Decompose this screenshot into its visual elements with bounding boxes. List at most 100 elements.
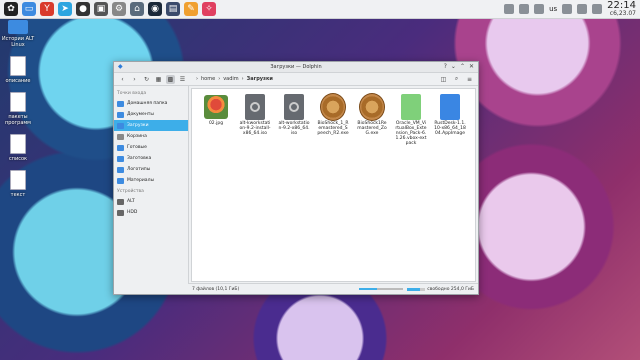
file-item[interactable]: BioShock_1_Remastered_Speech_R2.exe [317, 93, 349, 147]
file-item[interactable]: RustDesk-1.1.10-x86_64_1804.AppImage [434, 93, 466, 147]
help-icon[interactable]: ? [444, 63, 447, 70]
file-item[interactable]: alt-kworkstation-9.2-install-x86_64.iso [239, 93, 271, 147]
zoom-slider-fill [359, 288, 377, 290]
tray-clipboard-icon[interactable] [562, 4, 573, 14]
search-icon[interactable]: ⌕ [452, 75, 461, 84]
keyboard-layout[interactable]: us [549, 5, 557, 13]
sidebar-item-materials[interactable]: Материалы [114, 175, 188, 186]
vbox-extpack-icon [398, 93, 424, 121]
file-view[interactable]: 02.jpg alt-kworkstation-9.2-install-x86_… [191, 88, 476, 282]
split-view-icon[interactable]: ◫ [439, 75, 448, 84]
document-icon [10, 134, 26, 154]
grid-view-icon[interactable]: ▦ [154, 75, 163, 84]
forward-icon[interactable]: › [130, 75, 139, 84]
devices-section-title: Устройства [117, 189, 144, 194]
obs-icon[interactable]: ● [76, 2, 90, 16]
iso-file-icon [281, 93, 307, 121]
status-summary: 7 файлов (10,1 ГиБ) [192, 286, 240, 292]
clock[interactable]: 22:14 c6,23.07 [607, 1, 636, 17]
desktop-icon[interactable]: текст [0, 170, 36, 198]
hamburger-menu-icon[interactable]: ≡ [465, 75, 474, 84]
icons-view-icon[interactable]: ▩ [166, 74, 175, 84]
pinwheel-icon[interactable]: ✧ [202, 2, 216, 16]
sidebar-item-device-alt[interactable]: ALT [114, 196, 188, 207]
tray-bluetooth-icon[interactable] [577, 4, 588, 14]
sidebar-item-device-hdd[interactable]: HDD [114, 207, 188, 218]
file-name: alt-workstation-9.2-x86_64.iso [278, 121, 310, 136]
appimage-icon [437, 93, 463, 121]
steam-icon[interactable]: ◉ [148, 2, 162, 16]
sidebar-item-label: Корзина [127, 134, 147, 139]
iso-file-icon [242, 93, 268, 121]
sidebar-item-label: Домашняя папка [127, 101, 168, 106]
window-title: Загрузки — Dolphin [270, 64, 322, 70]
disk-usage-fill [407, 287, 420, 291]
zoom-slider[interactable] [359, 288, 404, 290]
top-panel: ✿ ▭ Y ➤ ● ▣ ⚙ ⌂ ◉ ▤ ✎ ✧ us 22:14 c6,23.0… [0, 0, 640, 19]
panel-launchers: ✿ ▭ Y ➤ ● ▣ ⚙ ⌂ ◉ ▤ ✎ ✧ [0, 2, 216, 16]
file-item[interactable]: BioShock1Remastered_ZoG.exe [356, 93, 388, 147]
tray-app-icon[interactable] [504, 4, 515, 14]
sidebar-item-ready[interactable]: Готовые [114, 142, 188, 153]
desktop-icon[interactable]: пакеты программ [0, 92, 36, 126]
file-item[interactable]: Oracle_VM_VirtualBox_Extension_Pack-6.1.… [395, 93, 427, 147]
toolbar: ‹ › ↻ ▦ ▩ ☰ › home › vadim › Загрузки ◫ … [114, 73, 478, 86]
terminal-icon[interactable]: ▣ [94, 2, 108, 16]
sidebar-item-label: Заготовка [127, 156, 152, 161]
file-item[interactable]: 02.jpg [200, 93, 232, 147]
minimize-icon[interactable]: ⌄ [451, 63, 456, 70]
drive-icon [117, 198, 124, 205]
sidebar-item-documents[interactable]: Документы [114, 109, 188, 120]
sidebar-item-drafts[interactable]: Заготовка [114, 153, 188, 164]
close-icon[interactable]: ✕ [469, 63, 474, 70]
store-icon[interactable]: ⌂ [130, 2, 144, 16]
sidebar-item-logos[interactable]: Логотипы [114, 164, 188, 175]
telegram-icon[interactable]: ➤ [58, 2, 72, 16]
drive-icon [117, 209, 124, 216]
free-space-label: свободно 254,0 ГиБ [427, 286, 474, 292]
desktop-icon[interactable]: описание [0, 56, 36, 84]
paint-icon[interactable]: ✎ [184, 2, 198, 16]
breadcrumb-item[interactable]: home [201, 76, 215, 82]
settings-icon[interactable]: ⚙ [112, 2, 126, 16]
sidebar-item-label: Документы [127, 112, 154, 117]
tray-updates-icon[interactable] [592, 4, 603, 14]
sidebar-item-label: Загрузки [127, 123, 149, 128]
sidebar-item-label: ALT [127, 199, 135, 204]
sidebar-item-trash[interactable]: Корзина [114, 131, 188, 142]
document-icon [10, 56, 26, 76]
file-manager-icon[interactable]: ▭ [22, 2, 36, 16]
app-menu-icon[interactable]: ✿ [4, 2, 18, 16]
breadcrumb-item[interactable]: vadim [223, 76, 238, 82]
file-name: BioShock_1_Remastered_Speech_R2.exe [317, 121, 349, 136]
places-section-title: Точки входа [117, 91, 147, 96]
sidebar-item-downloads[interactable]: Загрузки [114, 120, 188, 131]
download-folder-icon [117, 122, 124, 129]
toolbar-right: ◫ ⌕ ≡ [439, 75, 474, 84]
window-body: Точки входа Домашняя папка Документы Заг… [114, 86, 478, 284]
document-icon [10, 92, 26, 112]
desktop-icon-label: пакеты программ [5, 114, 31, 126]
dolphin-app-icon[interactable]: ◆ [118, 63, 123, 70]
yandex-browser-icon[interactable]: Y [40, 2, 54, 16]
zoom-slider-track[interactable] [359, 288, 404, 290]
file-item[interactable]: alt-workstation-9.2-x86_64.iso [278, 93, 310, 147]
window-titlebar[interactable]: ◆ Загрузки — Dolphin ? ⌄ ⌃ ✕ [114, 62, 478, 73]
sidebar-item-home[interactable]: Домашняя папка [114, 98, 188, 109]
back-icon[interactable]: ‹ [118, 75, 127, 84]
details-view-icon[interactable]: ☰ [178, 75, 187, 84]
desktop-icon-label: описание [5, 78, 31, 84]
maximize-icon[interactable]: ⌃ [460, 63, 465, 70]
desktop-icon-label: список [8, 156, 28, 162]
free-space-indicator[interactable]: свободно 254,0 ГиБ [407, 287, 474, 292]
tray-volume-icon[interactable] [519, 4, 530, 14]
vm-icon[interactable]: ▤ [166, 2, 180, 16]
refresh-icon[interactable]: ↻ [142, 75, 151, 84]
breadcrumb-item-current[interactable]: Загрузки [247, 76, 273, 82]
system-tray: us 22:14 c6,23.07 [504, 1, 640, 17]
breadcrumb-chevron-icon: › [218, 76, 221, 82]
tray-network-icon[interactable] [534, 4, 545, 14]
desktop-icon[interactable]: Истории ALT Linux [0, 20, 36, 48]
desktop-icon[interactable]: список [0, 134, 36, 162]
folder-icon [117, 177, 124, 184]
